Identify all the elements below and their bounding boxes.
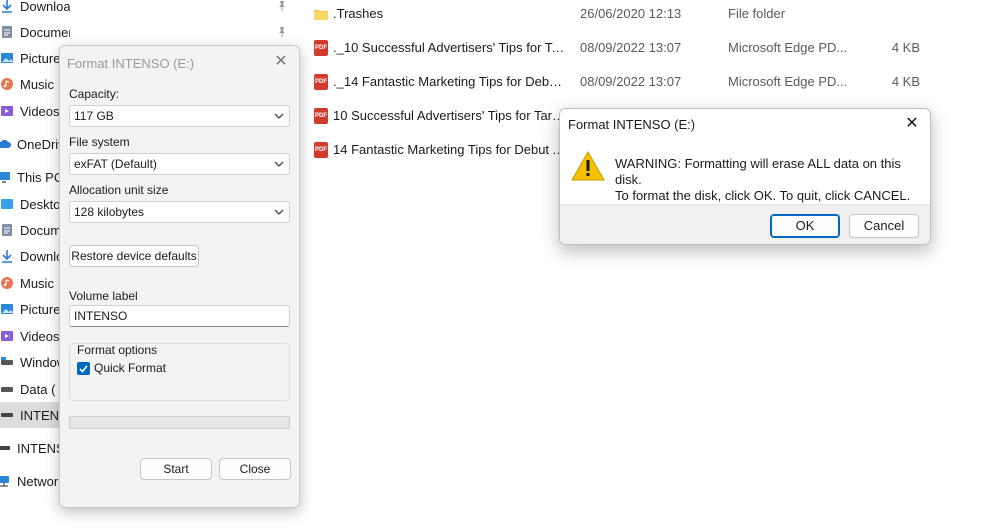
pdf-badge: PDF (314, 142, 328, 158)
warning-message-line: To format the disk, click OK. To quit, c… (615, 188, 911, 203)
format-options-group: Format options Quick Format (69, 343, 290, 401)
file-row-trashes[interactable]: .Trashes 26/06/2020 12:13 File folder (310, 0, 950, 29)
pictures-icon (1, 53, 13, 63)
file-name: 10 Successful Advertisers' Tips for Targ… (333, 108, 568, 123)
capacity-select[interactable]: 117 GB (69, 105, 290, 127)
close-icon[interactable]: ✕ (904, 116, 920, 132)
nav-item-downloads[interactable]: Downloads (0, 0, 70, 19)
format-progress-bar (69, 416, 290, 429)
ok-button[interactable]: OK (770, 214, 840, 238)
file-type: Microsoft Edge PD... (728, 40, 848, 55)
allocation-label: Allocation unit size (69, 183, 169, 197)
file-size: 4 KB (891, 40, 920, 55)
pdf-icon: PDF (314, 74, 328, 90)
videos-icon (1, 106, 13, 116)
warning-message: WARNING: Formatting will erase ALL data … (615, 156, 930, 204)
network-icon (0, 476, 9, 487)
document-icon (2, 224, 12, 236)
chevron-down-icon (274, 113, 284, 119)
desktop-icon (1, 199, 13, 209)
computer-icon (0, 172, 10, 183)
quick-format-checkbox[interactable]: Quick Format (77, 361, 166, 375)
file-name: .Trashes (333, 6, 384, 21)
nav-item-label: Music (20, 275, 54, 291)
dialog-footer: OK Cancel (560, 204, 930, 244)
nav-item-label: Music (20, 76, 54, 92)
pdf-icon: PDF (314, 142, 328, 158)
filesystem-select[interactable]: exFAT (Default) (69, 153, 290, 175)
file-size: 4 KB (891, 74, 920, 89)
nav-item-label: Network (17, 473, 65, 489)
nav-item-documents[interactable]: Documents (0, 19, 70, 45)
pdf-icon: PDF (314, 40, 328, 56)
drive-icon (1, 357, 13, 365)
file-row-pdf-1[interactable]: PDF ._10 Successful Advertisers' Tips fo… (310, 33, 950, 63)
format-options-label: Format options (77, 343, 158, 357)
usb-drive-icon (1, 413, 13, 417)
pictures-icon (1, 304, 13, 314)
videos-icon (1, 331, 13, 341)
file-name: ._14 Fantastic Marketing Tips for Debut … (333, 74, 568, 89)
file-type: Microsoft Edge PD... (728, 74, 848, 89)
nav-item-label: Videos (20, 328, 60, 344)
warning-icon (571, 151, 605, 181)
format-dialog: Format INTENSO (E:) ✕ Capacity: 117 GB F… (59, 45, 300, 508)
file-date: 08/09/2022 13:07 (580, 74, 682, 89)
file-date: 08/09/2022 13:07 (580, 40, 682, 55)
folder-icon (314, 10, 328, 20)
file-type: File folder (728, 6, 786, 21)
volume-label-input[interactable]: INTENSO (69, 305, 290, 327)
allocation-value: 128 kilobytes (74, 205, 145, 219)
warning-message-line: WARNING: Formatting will erase ALL data … (615, 156, 901, 187)
nav-item-label: Videos (20, 103, 60, 119)
file-date: 26/06/2020 12:13 (580, 6, 682, 21)
filesystem-label: File system (69, 135, 130, 149)
checkbox-checked-icon (77, 361, 90, 375)
file-name: ._10 Successful Advertisers' Tips for Ta… (333, 40, 568, 55)
restore-defaults-button[interactable]: Restore device defaults (69, 245, 199, 267)
nav-item-label: Documents (20, 24, 70, 40)
filesystem-value: exFAT (Default) (74, 157, 157, 171)
pin-icon[interactable] (276, 26, 288, 38)
cloud-icon (0, 139, 11, 148)
capacity-value: 117 GB (74, 109, 114, 123)
music-icon (1, 277, 13, 289)
nav-item-label: This PC (17, 169, 64, 185)
pdf-badge: PDF (314, 74, 328, 90)
document-icon (2, 26, 12, 38)
usb-drive-icon (0, 446, 10, 450)
allocation-select[interactable]: 128 kilobytes (69, 201, 290, 223)
file-row-pdf-2[interactable]: PDF ._14 Fantastic Marketing Tips for De… (310, 67, 950, 97)
drive-icon (1, 387, 13, 392)
pdf-badge: PDF (314, 108, 328, 124)
warning-dialog: Format INTENSO (E:) ✕ WARNING: Formattin… (559, 108, 931, 245)
pdf-icon: PDF (314, 108, 328, 124)
chevron-down-icon (274, 161, 284, 167)
volume-label: Volume label (69, 289, 138, 303)
start-button[interactable]: Start (140, 458, 212, 480)
nav-item-label: Data ( (20, 381, 56, 397)
chevron-down-icon (274, 209, 284, 215)
music-icon (1, 78, 13, 90)
pin-icon[interactable] (276, 0, 288, 12)
download-icon (2, 250, 12, 263)
close-button[interactable]: Close (219, 458, 291, 480)
download-icon (2, 0, 12, 13)
close-icon[interactable]: ✕ (273, 54, 289, 70)
capacity-label: Capacity: (69, 87, 120, 101)
dialog-title: Format INTENSO (E:) (67, 56, 195, 71)
cancel-button[interactable]: Cancel (849, 214, 919, 238)
quick-format-label: Quick Format (94, 361, 167, 375)
file-name: 14 Fantastic Marketing Tips for Debut Au… (333, 142, 568, 157)
nav-item-label: Downloads (20, 0, 70, 14)
pdf-badge: PDF (314, 40, 328, 56)
dialog-title: Format INTENSO (E:) (568, 117, 696, 132)
